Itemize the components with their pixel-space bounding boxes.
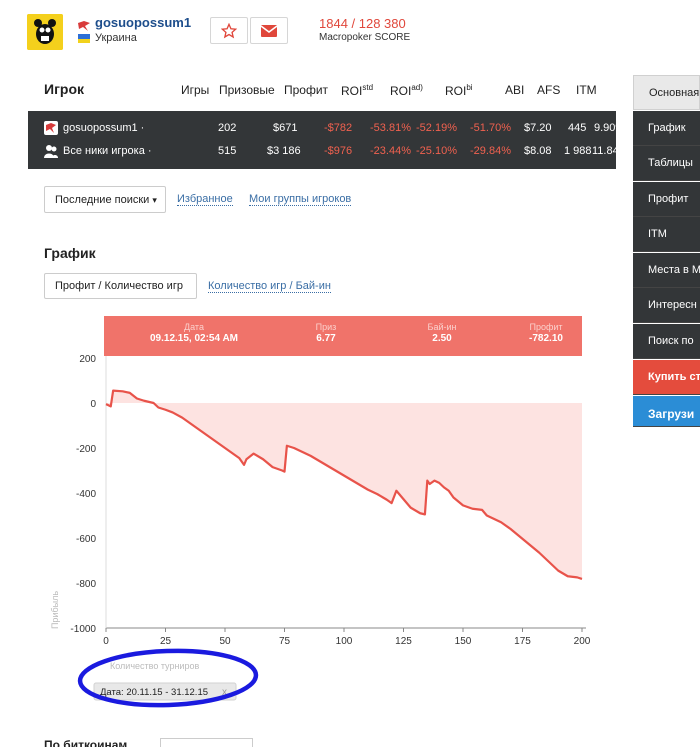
- x-tick-label: 0: [103, 636, 109, 647]
- y-axis-label: Прибыль: [50, 591, 60, 629]
- chart-tooltip: Дата 09.12.15, 02:54 AM Приз 6.77 Бай-ин…: [104, 316, 582, 356]
- y-tick-label: -600: [76, 534, 96, 545]
- x-axis-label: Количество турниров: [110, 661, 199, 671]
- x-tick-label: 50: [219, 636, 231, 647]
- nav-item-places[interactable]: Места в M: [633, 253, 700, 288]
- x-tick-label: 75: [279, 636, 291, 647]
- date-filter-label: Дата: 20.11.15 - 31.12.15: [100, 687, 208, 698]
- nav-item-itm[interactable]: ITM: [633, 217, 700, 252]
- y-tick-label: -1000: [70, 624, 96, 635]
- tooltip-profit: Профит -782.10: [529, 322, 563, 344]
- y-tick-label: 200: [79, 354, 96, 365]
- tooltip-prize: Приз 6.77: [315, 322, 337, 344]
- nav-item-graph[interactable]: График: [633, 111, 700, 146]
- y-tick-label: -400: [76, 489, 96, 500]
- x-tick-label: 175: [514, 636, 531, 647]
- tooltip-date: Дата 09.12.15, 02:54 AM: [149, 322, 239, 344]
- x-tick-label: 125: [395, 636, 412, 647]
- upload-button[interactable]: Загрузи: [633, 396, 700, 427]
- footer-dropdown[interactable]: [160, 738, 253, 747]
- nav-item-tables[interactable]: Таблицы: [633, 146, 700, 181]
- x-tick-label: 100: [336, 636, 353, 647]
- y-tick-label: -800: [76, 579, 96, 590]
- profit-chart[interactable]: 200 0 -200 -400 -600 -800 -1000 0 25 50 75 100 125 15…: [0, 0, 700, 747]
- y-tick-label: 0: [90, 399, 96, 410]
- x-tick-label: 200: [574, 636, 591, 647]
- profit-area: [106, 390, 582, 579]
- section-title: По биткоинам: [44, 738, 128, 747]
- y-tick-label: -200: [76, 444, 96, 455]
- nav-item-interesting[interactable]: Интересн: [633, 288, 700, 323]
- buy-button[interactable]: Купить ст: [633, 360, 700, 395]
- x-tick-label: 150: [455, 636, 472, 647]
- tooltip-buyin: Бай-ин 2.50: [427, 322, 457, 344]
- x-tick-label: 25: [160, 636, 172, 647]
- nav-item-main[interactable]: Основная: [633, 75, 700, 110]
- nav-item-search[interactable]: Поиск по: [633, 324, 700, 359]
- nav-item-profit[interactable]: Профит: [633, 182, 700, 217]
